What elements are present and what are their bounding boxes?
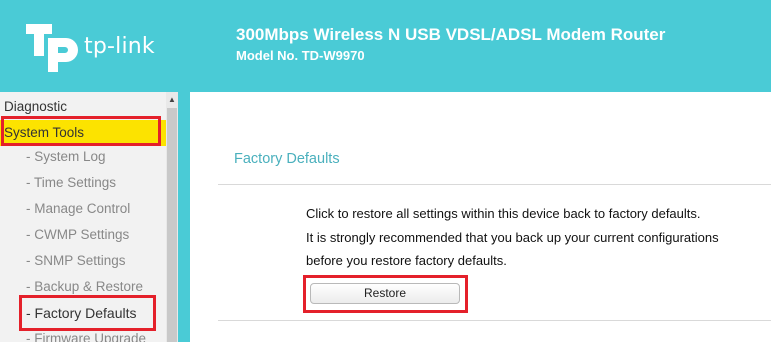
scroll-up-arrow-icon[interactable]: ▲ <box>166 94 178 106</box>
panel-separator <box>178 92 190 342</box>
sidebar-item-manage-control[interactable]: - Manage Control <box>0 196 166 222</box>
sidebar-item-system-log[interactable]: - System Log <box>0 144 166 170</box>
tp-link-logo: tp-link <box>22 20 162 76</box>
sidebar-item-factory-defaults[interactable]: - Factory Defaults <box>0 300 166 326</box>
restore-button[interactable]: Restore <box>310 283 460 304</box>
sidebar-item-time-settings[interactable]: - Time Settings <box>0 170 166 196</box>
sidebar-item-snmp-settings[interactable]: - SNMP Settings <box>0 248 166 274</box>
divider <box>218 320 771 321</box>
sidebar-item-system-tools[interactable]: System Tools <box>0 120 166 146</box>
sidebar-item-diagnostic[interactable]: Diagnostic <box>0 94 166 120</box>
sidebar: Diagnostic System Tools - System Log - T… <box>0 92 166 342</box>
tp-link-logo-icon <box>26 24 78 72</box>
scrollbar-thumb[interactable] <box>167 108 177 342</box>
description-line-2: It is strongly recommended that you back… <box>306 230 719 245</box>
sidebar-scrollbar[interactable]: ▲ <box>166 92 178 342</box>
divider <box>218 184 771 185</box>
sidebar-item-cwmp-settings[interactable]: - CWMP Settings <box>0 222 166 248</box>
sidebar-item-backup-restore[interactable]: - Backup & Restore <box>0 274 166 300</box>
product-title: 300Mbps Wireless N USB VDSL/ADSL Modem R… <box>236 25 666 44</box>
section-title: Factory Defaults <box>234 151 340 167</box>
top-header: tp-link 300Mbps Wireless N USB VDSL/ADSL… <box>0 0 771 92</box>
sidebar-item-firmware-upgrade[interactable]: - Firmware Upgrade <box>0 326 166 342</box>
description-line-1: Click to restore all settings within thi… <box>306 206 701 221</box>
main-content: Factory Defaults Click to restore all se… <box>190 92 771 342</box>
model-number: Model No. TD-W9970 <box>236 48 365 63</box>
brand-name: tp-link <box>84 34 155 59</box>
description-line-3: before you restore factory defaults. <box>306 253 507 268</box>
